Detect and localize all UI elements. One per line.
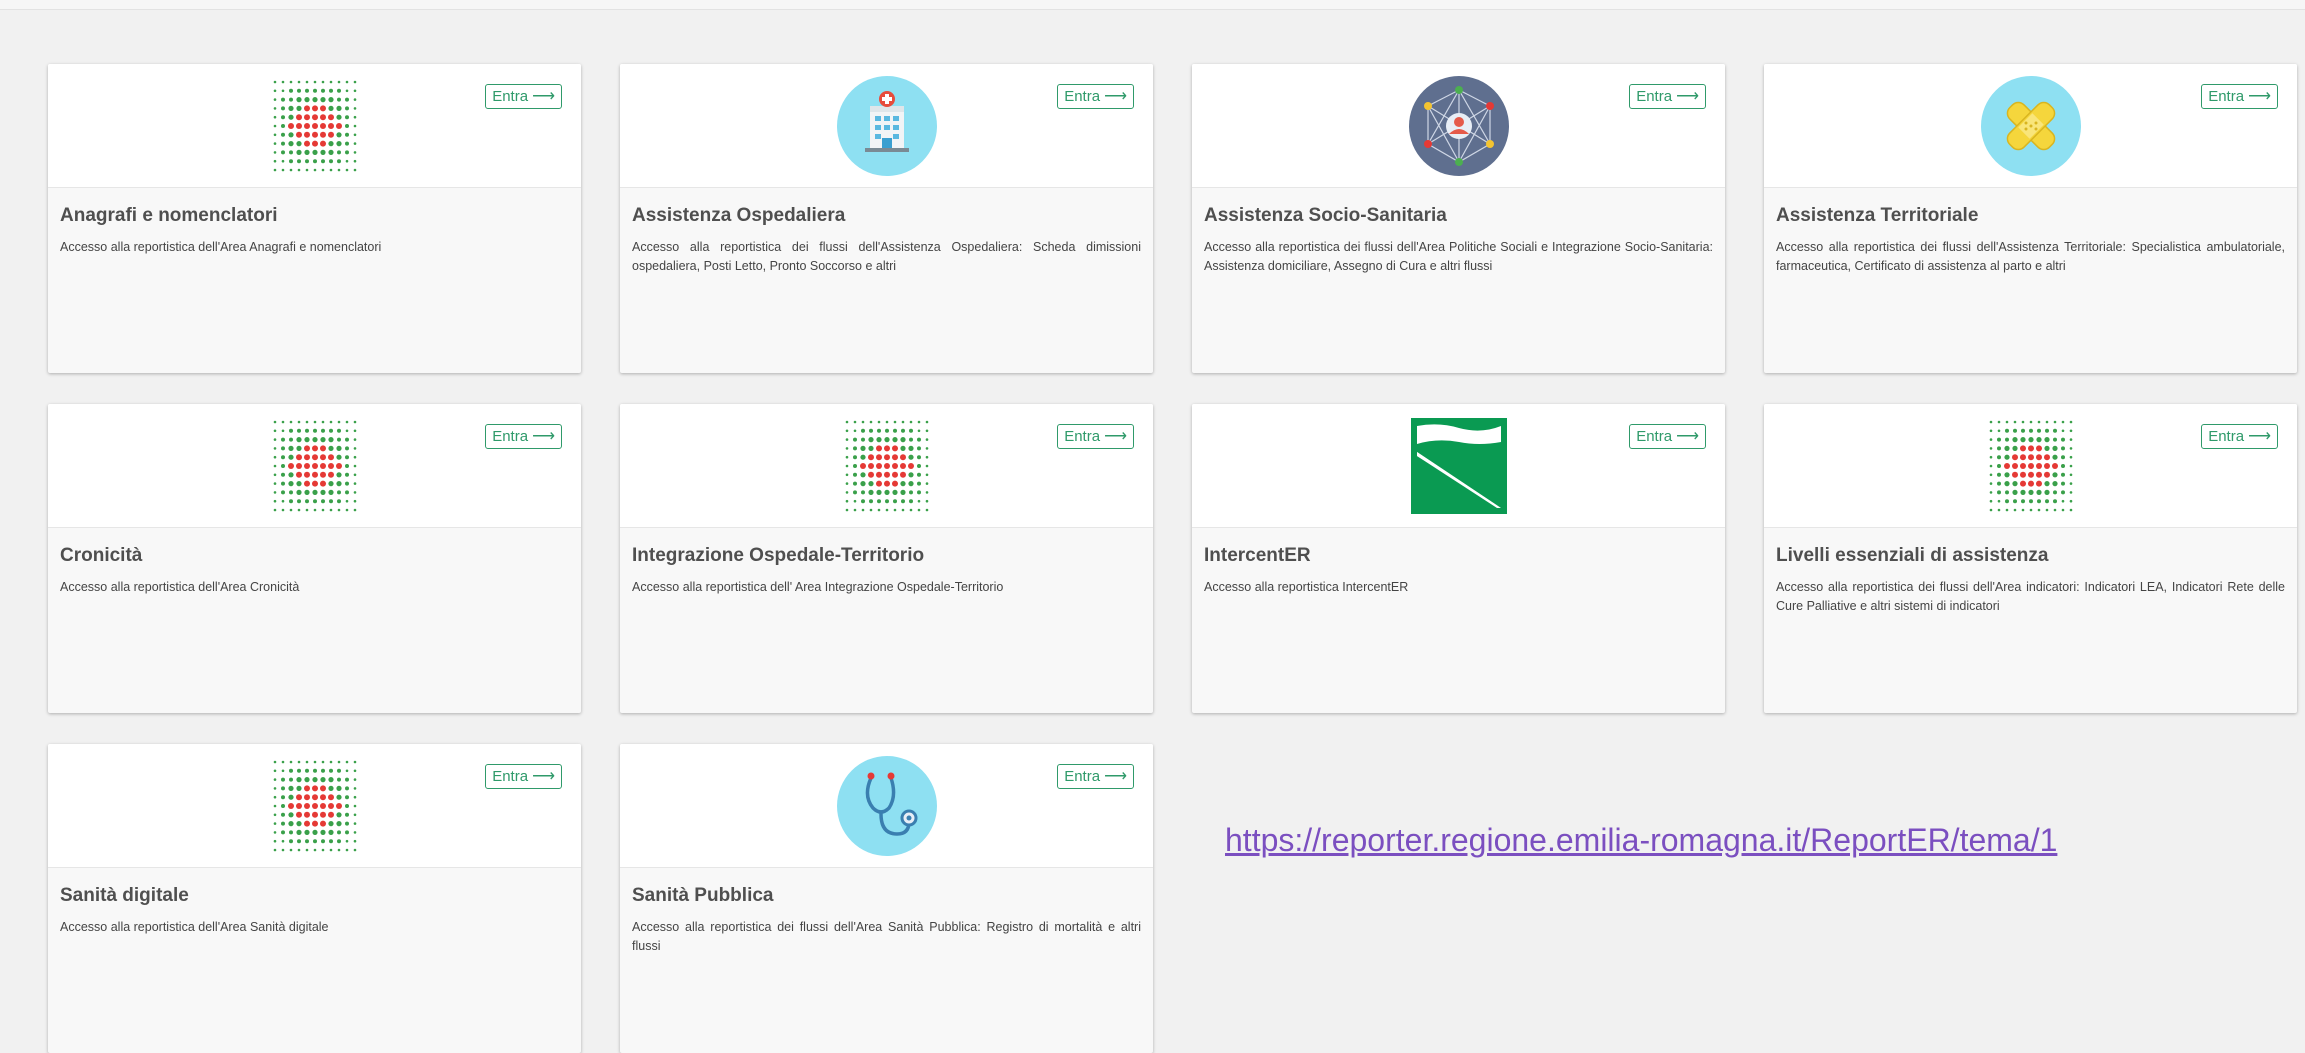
dot-grid-icon — [837, 416, 937, 516]
entra-label: Entra — [1064, 768, 1101, 785]
card-body: IntercentER Accesso alla reportistica Int… — [1192, 528, 1725, 597]
card-header: Entra ⟶ — [48, 64, 581, 188]
theme-card: Entra ⟶ Assistenza Ospedaliera Accesso alla… — [620, 64, 1153, 373]
emilia-romagna-flag-icon — [1409, 416, 1509, 516]
entra-label: Entra — [1636, 428, 1673, 445]
entra-button[interactable]: Entra ⟶ — [1629, 84, 1706, 109]
themes-grid: Entra ⟶ Anagrafi e nomenclatori Accesso all… — [48, 64, 2297, 1053]
card-header: Entra ⟶ — [1192, 404, 1725, 528]
arrow-right-icon: ⟶ — [2248, 87, 2271, 105]
theme-card: Entra ⟶ Anagrafi e nomenclatori Accesso all… — [48, 64, 581, 373]
top-header-strip — [0, 0, 2305, 10]
card-body: Sanità Pubblica Accesso alla reportistica… — [620, 868, 1153, 956]
arrow-right-icon: ⟶ — [1676, 87, 1699, 105]
card-body: Assistenza Territoriale Accesso alla repo… — [1764, 188, 2297, 276]
card-description: Accesso alla reportistica dell' Area Int… — [632, 580, 1004, 594]
entra-button[interactable]: Entra ⟶ — [1629, 424, 1706, 449]
entra-label: Entra — [1636, 88, 1673, 105]
entra-label: Entra — [1064, 428, 1101, 445]
arrow-right-icon: ⟶ — [1676, 427, 1699, 445]
card-title: Livelli essenziali di assistenza — [1776, 545, 2049, 566]
card-title: Assistenza Socio-Sanitaria — [1204, 205, 1447, 226]
card-body: Sanità digitale Accesso alla reportistica… — [48, 868, 581, 937]
entra-label: Entra — [2208, 428, 2245, 445]
stethoscope-icon — [836, 756, 937, 856]
theme-card: Entra ⟶ Livelli essenziali di assistenza Ac… — [1764, 404, 2297, 713]
arrow-right-icon: ⟶ — [532, 87, 555, 105]
card-body: Assistenza Socio-Sanitaria Accesso alla r… — [1192, 188, 1725, 276]
theme-card: Entra ⟶ Sanità Pubblica Accesso alla report… — [620, 744, 1153, 1053]
card-description: Accesso alla reportistica dei flussi del… — [1776, 240, 2285, 273]
card-title: Anagrafi e nomenclatori — [60, 205, 278, 226]
card-description: Accesso alla reportistica dell'Area Sani… — [60, 920, 329, 934]
entra-label: Entra — [492, 88, 529, 105]
dot-grid-icon — [265, 416, 365, 516]
card-description: Accesso alla reportistica dei flussi del… — [1204, 240, 1713, 273]
hospital-icon — [836, 76, 937, 176]
card-description: Accesso alla reportistica dell'Area Cron… — [60, 580, 300, 594]
card-title: Sanità digitale — [60, 885, 189, 906]
card-description: Accesso alla reportistica dei flussi del… — [632, 920, 1141, 953]
dot-grid-icon — [265, 756, 365, 856]
entra-button[interactable]: Entra ⟶ — [485, 764, 562, 789]
card-header: Entra ⟶ — [1764, 64, 2297, 188]
entra-label: Entra — [2208, 88, 2245, 105]
theme-card: Entra ⟶ Cronicità Accesso alla reportistica… — [48, 404, 581, 713]
card-body: Integrazione Ospedale-Territorio Accesso … — [620, 528, 1153, 597]
theme-card: Entra ⟶ Integrazione Ospedale-Territorio Ac… — [620, 404, 1153, 713]
entra-button[interactable]: Entra ⟶ — [2201, 424, 2278, 449]
theme-card: Entra ⟶ IntercentER Accesso alla reportisti… — [1192, 404, 1725, 713]
card-header: Entra ⟶ — [1192, 64, 1725, 188]
entra-button[interactable]: Entra ⟶ — [1057, 84, 1134, 109]
card-title: Assistenza Territoriale — [1776, 205, 1979, 226]
card-title: Cronicità — [60, 545, 143, 566]
arrow-right-icon: ⟶ — [1104, 87, 1127, 105]
theme-card: Entra ⟶ Sanità digitale Accesso alla report… — [48, 744, 581, 1053]
entra-button[interactable]: Entra ⟶ — [1057, 424, 1134, 449]
card-header: Entra ⟶ — [620, 404, 1153, 528]
entra-label: Entra — [492, 768, 529, 785]
card-description: Accesso alla reportistica dei flussi del… — [1776, 580, 2285, 613]
card-header: Entra ⟶ — [620, 64, 1153, 188]
dot-grid-icon — [265, 76, 365, 176]
arrow-right-icon: ⟶ — [1104, 427, 1127, 445]
entra-button[interactable]: Entra ⟶ — [2201, 84, 2278, 109]
card-description: Accesso alla reportistica dell'Area Anag… — [60, 240, 382, 254]
card-title: IntercentER — [1204, 545, 1311, 566]
card-header: Entra ⟶ — [1764, 404, 2297, 528]
reporter-url-link[interactable]: https://reporter.regione.emilia-romagna.… — [1225, 822, 2057, 859]
card-header: Entra ⟶ — [48, 404, 581, 528]
card-body: Livelli essenziali di assistenza Accesso … — [1764, 528, 2297, 616]
entra-label: Entra — [492, 428, 529, 445]
card-title: Sanità Pubblica — [632, 885, 774, 906]
card-body: Cronicità Accesso alla reportistica dell'… — [48, 528, 581, 597]
arrow-right-icon: ⟶ — [532, 427, 555, 445]
card-title: Assistenza Ospedaliera — [632, 205, 846, 226]
card-body: Anagrafi e nomenclatori Accesso alla repo… — [48, 188, 581, 257]
theme-card: Entra ⟶ Assistenza Territoriale Accesso all… — [1764, 64, 2297, 373]
card-description: Accesso alla reportistica IntercentER — [1204, 580, 1409, 594]
card-description: Accesso alla reportistica dei flussi del… — [632, 240, 1141, 273]
arrow-right-icon: ⟶ — [532, 767, 555, 785]
entra-button[interactable]: Entra ⟶ — [485, 84, 562, 109]
arrow-right-icon: ⟶ — [2248, 427, 2271, 445]
theme-card: Entra ⟶ Assistenza Socio-Sanitaria Accesso … — [1192, 64, 1725, 373]
entra-button[interactable]: Entra ⟶ — [485, 424, 562, 449]
social-network-icon — [1408, 76, 1509, 176]
card-body: Assistenza Ospedaliera Accesso alla repor… — [620, 188, 1153, 276]
card-header: Entra ⟶ — [620, 744, 1153, 868]
card-header: Entra ⟶ — [48, 744, 581, 868]
entra-label: Entra — [1064, 88, 1101, 105]
card-title: Integrazione Ospedale-Territorio — [632, 545, 925, 566]
arrow-right-icon: ⟶ — [1104, 767, 1127, 785]
entra-button[interactable]: Entra ⟶ — [1057, 764, 1134, 789]
bandage-icon — [1980, 76, 2081, 176]
dot-grid-icon — [1981, 416, 2081, 516]
